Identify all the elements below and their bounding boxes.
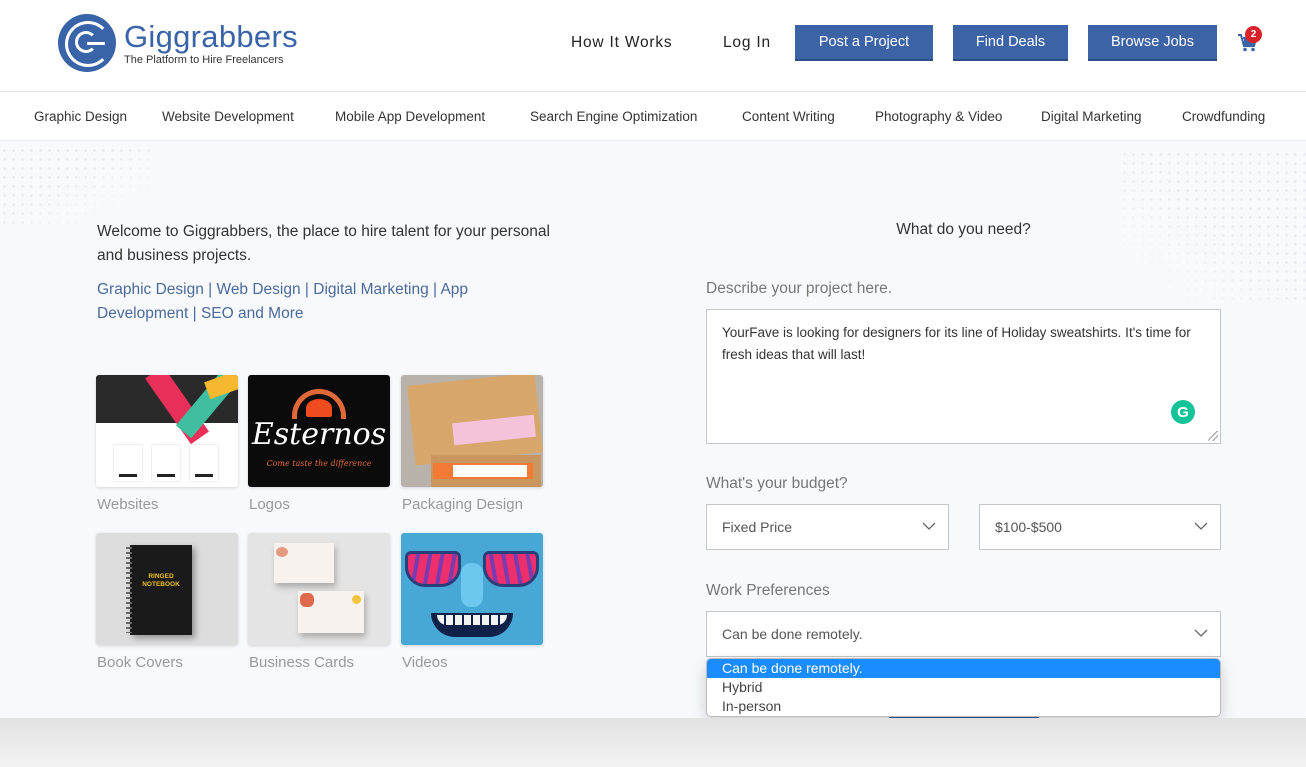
packaging-design-label[interactable]: Packaging Design [402,496,523,513]
logos-tile-image[interactable]: Esternos Come taste the difference [248,375,390,487]
budget-range-value: $100-$500 [995,519,1062,535]
category-seo[interactable]: Search Engine Optimization [530,109,697,124]
logo-mark-icon [58,14,116,72]
dropdown-option-remote[interactable]: Can be done remotely. [707,659,1220,678]
project-description-input[interactable]: YourFave is looking for designers for it… [706,309,1221,444]
grammarly-icon[interactable]: G [1171,400,1195,424]
category-bar: Graphic Design Website Development Mobil… [0,93,1306,141]
cart-count-badge: 2 [1245,26,1262,43]
budget-type-select[interactable]: Fixed Price [706,504,949,550]
work-preferences-label: Work Preferences [706,582,830,599]
logo-tagline: The Platform to Hire Freelancers [124,53,284,66]
site-header: Giggrabbers The Platform to Hire Freelan… [0,0,1306,92]
logos-label[interactable]: Logos [249,496,290,513]
dropdown-option-in-person[interactable]: In-person [707,697,1220,716]
category-content-writing[interactable]: Content Writing [742,109,835,124]
decorative-dot-pattern [0,146,150,226]
videos-tile-image[interactable] [401,533,543,645]
services-list: Graphic Design | Web Design | Digital Ma… [97,281,469,322]
category-photography-video[interactable]: Photography & Video [875,109,1002,124]
book-covers-label[interactable]: Book Covers [97,654,183,671]
category-mobile-app-development[interactable]: Mobile App Development [335,109,485,124]
packaging-design-tile-image[interactable] [401,375,543,487]
work-preferences-select[interactable]: Can be done remotely. [706,611,1221,657]
browse-jobs-button[interactable]: Browse Jobs [1088,25,1217,61]
chevron-down-icon [922,522,936,530]
find-deals-button[interactable]: Find Deals [953,25,1068,61]
websites-tile-image[interactable] [96,375,238,487]
business-cards-tile-image[interactable] [248,533,390,645]
logo-sample-text: Esternos [251,417,387,452]
notebook-sample-text: RINGED NOTEBOOK [142,573,180,588]
page-bottom-shadow [0,718,1306,767]
budget-range-select[interactable]: $100-$500 [979,504,1221,550]
category-digital-marketing[interactable]: Digital Marketing [1041,109,1142,124]
description-label: Describe your project here. [706,280,893,297]
log-in-link[interactable]: Log In [723,34,771,52]
dropdown-option-hybrid[interactable]: Hybrid [707,678,1220,697]
form-title: What do you need? [896,221,1031,238]
chevron-down-icon [1194,522,1208,530]
logo[interactable]: Giggrabbers The Platform to Hire Freelan… [58,14,298,72]
welcome-text: Welcome to Giggrabbers, the place to hir… [97,223,550,264]
category-website-development[interactable]: Website Development [162,109,294,124]
logo-name: Giggrabbers [124,18,298,54]
work-preferences-dropdown: Can be done remotely. Hybrid In-person [706,658,1221,717]
category-crowdfunding[interactable]: Crowdfunding [1182,109,1265,124]
how-it-works-link[interactable]: How It Works [571,34,672,52]
category-graphic-design[interactable]: Graphic Design [34,109,127,124]
websites-label[interactable]: Websites [97,496,158,513]
business-cards-label[interactable]: Business Cards [249,654,354,671]
resize-handle-icon[interactable] [1208,431,1218,441]
videos-label[interactable]: Videos [402,654,448,671]
logo-sample-subtext: Come taste the difference [266,459,372,468]
book-covers-tile-image[interactable]: RINGED NOTEBOOK [96,533,238,645]
post-project-button[interactable]: Post a Project [795,25,933,61]
chevron-down-icon [1194,629,1208,637]
work-preferences-value: Can be done remotely. [722,626,863,642]
budget-label: What's your budget? [706,475,848,492]
budget-type-value: Fixed Price [722,519,793,535]
